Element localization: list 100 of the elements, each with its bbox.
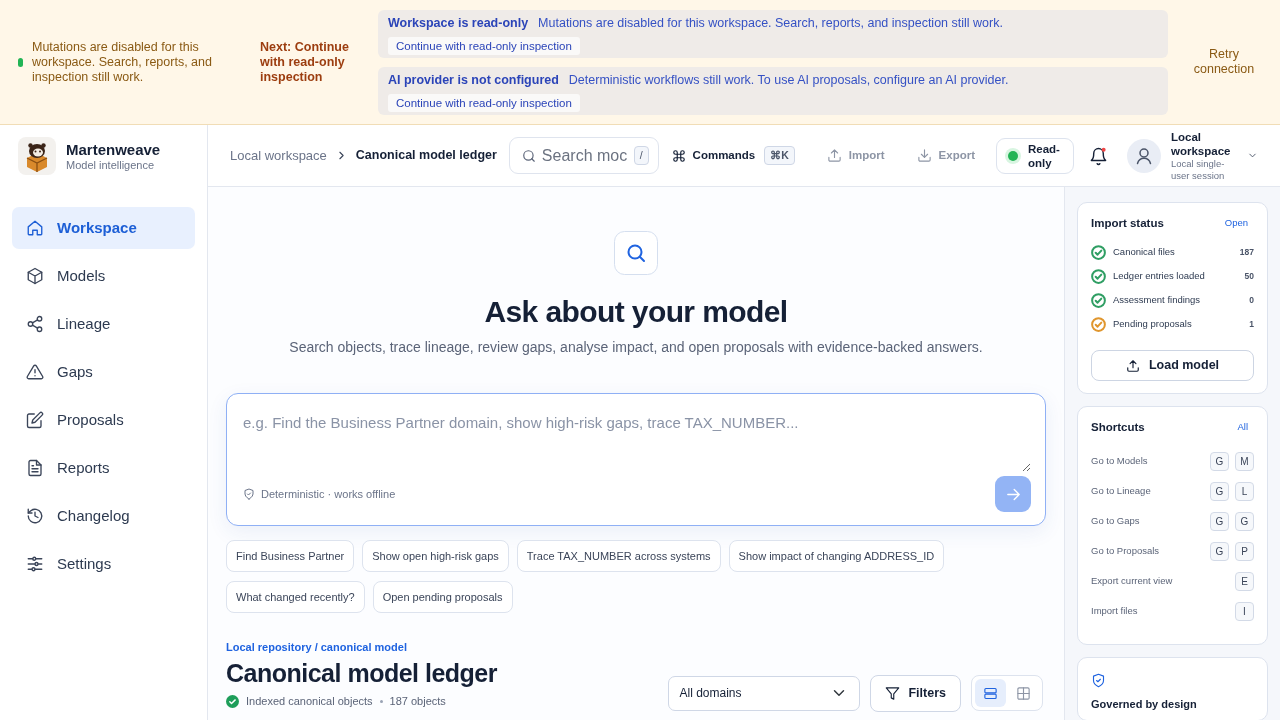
- brand-name: Martenweave: [66, 140, 161, 159]
- funnel-icon: [885, 685, 901, 701]
- command-icon: [671, 148, 686, 163]
- shortcut-label: Go to Lineage: [1091, 484, 1151, 499]
- search-icon: [521, 148, 536, 163]
- suggestion-button[interactable]: Show impact of changing ADDRESS_ID: [728, 540, 945, 572]
- shortcut-label: Import files: [1091, 604, 1138, 619]
- share-nodes-icon: [26, 315, 44, 333]
- all-link[interactable]: All: [1237, 420, 1248, 435]
- account-name: Local workspace: [1171, 129, 1232, 158]
- filters-button[interactable]: Filters: [870, 674, 961, 712]
- status-label: Canonical files: [1113, 245, 1175, 260]
- continue-button[interactable]: Continue with read-only inspection: [388, 37, 580, 56]
- upload-icon: [826, 148, 842, 163]
- alert-message: Deterministic workflows still work. To use AI proposals, configure an AI provider.: [568, 71, 1009, 89]
- sliders-icon: [26, 555, 44, 573]
- object-count: 187 objects: [389, 694, 446, 709]
- domain-select[interactable]: All domains: [668, 675, 861, 711]
- search-icon: [614, 231, 658, 275]
- status-count: 1: [1249, 317, 1254, 331]
- status-dot-icon: [1005, 147, 1021, 164]
- list-view-button[interactable]: [975, 679, 1006, 707]
- nav-item[interactable]: Reports: [12, 447, 195, 489]
- keyboard-key: M: [1235, 452, 1254, 471]
- search-box[interactable]: Search moc /: [508, 137, 659, 174]
- card-title: Governed by design: [1091, 697, 1198, 711]
- query-box[interactable]: e.g. Find the Business Partner domain, show high-risk gaps, trace TAX_NUMBER... Deterministic · works offline: [226, 393, 1046, 526]
- nav-item[interactable]: Proposals: [12, 399, 195, 441]
- status-label: Assessment findings: [1113, 293, 1201, 308]
- suggestion-button[interactable]: What changed recently?: [226, 581, 365, 613]
- upload-icon: [1125, 358, 1140, 373]
- next-step-note: Next: Continue with read-only inspection: [260, 39, 350, 85]
- warning-icon: [26, 363, 44, 381]
- shortcut-label: Go to Models: [1091, 454, 1148, 469]
- bullet-icon: [379, 699, 383, 703]
- ledger-title: Canonical model ledger: [226, 658, 497, 689]
- alert-title: AI provider is not configured: [388, 71, 559, 89]
- cube-icon: [26, 267, 44, 285]
- continue-button[interactable]: Continue with read-only inspection: [388, 94, 580, 113]
- breadcrumb-link[interactable]: Local workspace: [230, 145, 327, 166]
- open-link[interactable]: Open: [1224, 216, 1248, 231]
- status-label: Ledger entries loaded: [1113, 269, 1205, 284]
- keyboard-key: G: [1210, 482, 1229, 501]
- nav-item[interactable]: Lineage: [12, 303, 195, 345]
- document-icon: [26, 459, 44, 477]
- search-field[interactable]: Search moc: [541, 143, 628, 168]
- keyboard-key: G: [1210, 452, 1229, 471]
- card-title: Shortcuts: [1091, 420, 1145, 435]
- keyboard-key: G: [1210, 542, 1229, 561]
- account-session: Local single-user session: [1171, 157, 1226, 182]
- breadcrumb-current: Canonical model ledger: [355, 147, 497, 165]
- status-text: Indexed canonical objects: [246, 694, 373, 709]
- shortcut-label: Go to Gaps: [1091, 514, 1140, 529]
- edit-icon: [26, 411, 44, 429]
- hero-title: Ask about your model: [483, 294, 789, 330]
- retry-link[interactable]: Retry connection: [1186, 47, 1262, 77]
- brand-tagline: Model intelligence: [66, 158, 156, 172]
- status-count: 50: [1244, 269, 1254, 283]
- commands-button[interactable]: Commands ⌘K: [671, 146, 795, 165]
- home-icon: [26, 219, 44, 237]
- card-title: Import status: [1091, 216, 1164, 231]
- nav-item[interactable]: Settings: [12, 543, 195, 585]
- shortcut-label: Go to Proposals: [1091, 544, 1160, 559]
- shield-check-icon: [243, 488, 255, 500]
- shortcut-key: ⌘K: [764, 146, 795, 165]
- keyboard-key: G: [1235, 512, 1254, 531]
- check-circle-icon: [226, 694, 239, 708]
- keyboard-key: E: [1235, 572, 1254, 591]
- rows-icon: [983, 685, 998, 701]
- hero-subtitle: Search objects, trace lineage, review gaps, analyse impact, and open proposals with evidence-backed answers.: [288, 339, 984, 356]
- keyboard-key: L: [1235, 482, 1254, 501]
- suggestion-button[interactable]: Trace TAX_NUMBER across systems: [516, 540, 721, 572]
- suggestion-button[interactable]: Show open high-risk gaps: [362, 540, 509, 572]
- status-count: 0: [1249, 293, 1254, 307]
- load-model-button[interactable]: Load model: [1091, 350, 1254, 382]
- shield-check-icon: [1091, 672, 1106, 688]
- alert-title: Workspace is read-only: [388, 14, 529, 32]
- nav-item[interactable]: Workspace: [12, 207, 195, 249]
- shortcut-key: /: [633, 146, 649, 165]
- section-eyebrow: Local repository / canonical model: [226, 641, 408, 654]
- nav-item[interactable]: Models: [12, 255, 195, 297]
- nav-item[interactable]: Gaps: [12, 351, 195, 393]
- grid-icon: [1016, 685, 1031, 701]
- status-label: Pending proposals: [1113, 317, 1192, 332]
- shortcut-label: Export current view: [1091, 574, 1173, 589]
- status-count: 187: [1239, 245, 1254, 259]
- logo-icon: [18, 137, 56, 175]
- keyboard-key: G: [1210, 512, 1229, 531]
- alert-message: Mutations are disabled for this workspace. Search, reports, and inspection still work.: [538, 14, 1003, 32]
- nav-item[interactable]: Changelog: [12, 495, 195, 537]
- suggestion-button[interactable]: Open pending proposals: [372, 581, 513, 613]
- query-note: Deterministic · works offline: [261, 486, 396, 502]
- banner-message: Mutations are disabled for this workspace. Search, reports, and inspection still work.: [32, 39, 213, 85]
- suggestion-button[interactable]: Find Business Partner: [226, 540, 355, 572]
- keyboard-key: I: [1235, 602, 1254, 621]
- download-icon: [916, 148, 932, 163]
- avatar-icon[interactable]: [1127, 138, 1161, 173]
- history-icon: [26, 507, 44, 525]
- mode-label: Read-only: [1028, 141, 1061, 170]
- keyboard-key: P: [1235, 542, 1254, 561]
